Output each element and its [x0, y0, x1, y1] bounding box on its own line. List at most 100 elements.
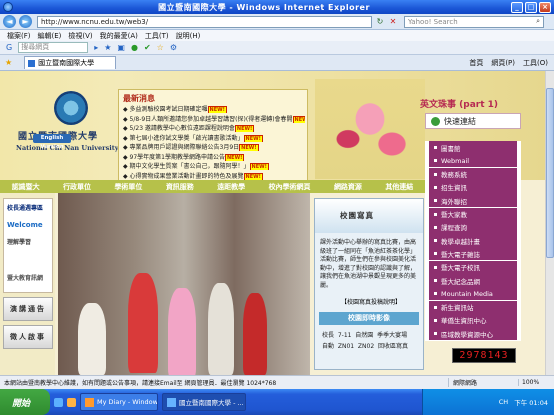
quick-link-item[interactable]: 新生資訊站	[429, 300, 517, 314]
nav-network[interactable]: 網路資源	[334, 182, 362, 192]
start-button[interactable]: 開始	[0, 389, 50, 415]
nav-distance[interactable]: 遠距教學	[217, 182, 245, 192]
quick-link-item[interactable]: 教務系統	[429, 167, 517, 181]
quick-link-item[interactable]: 暨大電子雜誌	[429, 247, 517, 261]
check-icon[interactable]: ✔	[144, 43, 151, 52]
menu-view[interactable]: 檢視(V)	[68, 31, 92, 41]
news-title: 最新消息	[123, 94, 155, 103]
quick-link-item[interactable]: Mountain Media	[429, 287, 517, 301]
news-item[interactable]: ◆ 多益測驗校園考試日期確定囉 NEW!	[123, 104, 305, 113]
news-item-text: 專業品牌用戶認證與網際聯絡公告3月9日	[129, 144, 240, 151]
menu-file[interactable]: 檔案(F)	[7, 31, 31, 41]
task-browser[interactable]: 國立暨南國際大學 - ...	[162, 393, 246, 411]
quick-link-item[interactable]: 海外聯招	[429, 194, 517, 208]
principal-column-ad[interactable]: 校長通週專區 Welcome 理解學習 暨大教育訊網	[3, 198, 53, 293]
tab-label: 國立暨南國際大學	[38, 59, 95, 67]
quick-link-item[interactable]: Webmail	[429, 154, 517, 168]
favicon-icon	[28, 59, 36, 67]
refresh-icon[interactable]: ↻	[375, 17, 385, 27]
new-badge: NEW!	[292, 115, 305, 123]
campus-submit-link[interactable]: 【校園寫真投稿說明】	[341, 297, 401, 306]
cam-link[interactable]: ZN01	[338, 343, 354, 350]
nav-campus-web[interactable]: 校內學術網頁	[269, 182, 311, 192]
page-menu-button[interactable]: 網頁(P)	[491, 58, 515, 68]
new-badge: NEW!	[243, 134, 263, 142]
lecture-notice-button[interactable]: 演講通告	[3, 297, 53, 321]
task-diary-label: My Diary - Windows I...	[97, 398, 158, 406]
menu-favorites[interactable]: 我的最愛(A)	[100, 31, 138, 41]
scrollbar-thumb[interactable]	[546, 88, 554, 258]
quick-link-item[interactable]: 區域教學資源中心	[429, 327, 517, 341]
star-icon[interactable]: ☆	[157, 43, 164, 52]
ie-quicklaunch-icon[interactable]	[54, 397, 63, 407]
news-item[interactable]: ◆ 心得實物成果營業活動計畫即的特色及展覽 NEW!	[123, 171, 305, 180]
search-icon[interactable]: ⌕	[536, 17, 540, 26]
quick-link-item[interactable]: 課程查詢	[429, 220, 517, 234]
nav-about[interactable]: 認識暨大	[12, 182, 40, 192]
news-box: 最新消息 ◆ 多益測驗校園考試日期確定囉 NEW! ◆ 5/8-9日人類所邀請您參加…	[118, 89, 308, 181]
home-button[interactable]: 首頁	[469, 58, 483, 68]
go-icon[interactable]: ▸	[94, 43, 98, 52]
quick-link-item[interactable]: 招生資訊	[429, 180, 517, 194]
live-video-button[interactable]: 校園即時影像	[319, 312, 419, 325]
pin-icon[interactable]: ●	[131, 43, 138, 52]
address-row: ◄ ► http://www.ncnu.edu.tw/web3/ ↻ ✕ Yah…	[0, 14, 554, 30]
quick-link-item[interactable]: 暨大電子校訊	[429, 260, 517, 274]
page-icon[interactable]: ▣	[117, 43, 125, 52]
maximize-button[interactable]: □	[525, 1, 537, 13]
cam-link[interactable]: 校長	[322, 332, 334, 339]
cam-link[interactable]: 季季大宴場	[377, 332, 407, 339]
forward-icon[interactable]: ►	[19, 15, 32, 28]
input-lang[interactable]: CH	[499, 398, 508, 406]
bookmark-icon[interactable]: ★	[104, 43, 111, 52]
job-notice-button[interactable]: 徵人啟事	[3, 325, 53, 349]
nav-info-service[interactable]: 資訊服務	[166, 182, 194, 192]
cam-link[interactable]: 自動	[322, 343, 334, 350]
cam-link[interactable]: ZN02	[358, 343, 374, 350]
quick-link-item[interactable]: 教學卓越計畫	[429, 234, 517, 248]
quick-links-label: 快速連結	[444, 116, 476, 126]
news-item[interactable]: ◆ 5/8-9日人類所邀請您參加卓越學習講習(探)(得者運轉)會春開NEW!	[123, 114, 305, 123]
diary-icon	[85, 397, 94, 407]
tab-ncnu[interactable]: 國立暨南國際大學	[24, 56, 117, 69]
stop-icon[interactable]: ✕	[388, 17, 398, 27]
nav-admin[interactable]: 行政單位	[63, 182, 91, 192]
zoom-level[interactable]: 100%	[518, 379, 554, 386]
back-icon[interactable]: ◄	[3, 15, 16, 28]
nav-academic[interactable]: 學術單位	[114, 182, 142, 192]
cam-link[interactable]: 自然園	[355, 332, 373, 339]
close-button[interactable]: ×	[539, 1, 551, 13]
favorites-star-icon[interactable]: ★	[5, 58, 12, 67]
address-bar[interactable]: http://www.ncnu.edu.tw/web3/	[37, 15, 372, 28]
menu-tools[interactable]: 工具(T)	[145, 31, 169, 41]
news-item[interactable]: ◆ 97學年度第1學期教學網路申請公告 NEW!	[123, 152, 305, 161]
quick-link-item[interactable]: 圖書館	[429, 141, 517, 154]
tools-menu-button[interactable]: 工具(O)	[523, 58, 548, 68]
menu-help[interactable]: 說明(H)	[176, 31, 201, 41]
toolbar-search[interactable]: 搜尋網頁	[18, 42, 89, 53]
new-badge: NEW!	[239, 144, 259, 151]
cam-link[interactable]: 回收區寫真	[378, 343, 408, 350]
new-badge: NEW!	[224, 153, 245, 161]
folder-quicklaunch-icon[interactable]	[67, 397, 76, 407]
english-version-button[interactable]: English Version	[33, 134, 71, 150]
search-placeholder: Yahoo! Search	[408, 17, 458, 26]
quick-link-item[interactable]: 暨大紀念品網	[429, 274, 517, 287]
news-item[interactable]: ◆ 期中文化學生質案「書公自己，跟隨阿學！」 NEW!	[123, 161, 305, 170]
google-icon[interactable]: G	[6, 43, 12, 52]
settings-icon[interactable]: ⚙	[170, 43, 177, 52]
news-item[interactable]: ◆ 第七屆小進你試文學獎「啟光讀書歌活動」 NEW!	[123, 133, 305, 142]
news-item[interactable]: ◆ 專業品牌用戶認證與網際聯絡公告3月9日 NEW!	[123, 142, 305, 151]
search-input[interactable]: Yahoo! Search ⌕	[404, 15, 544, 28]
quick-link-item[interactable]: 華僑生資訊中心	[429, 313, 517, 327]
system-tray: CH 下午 01:04	[422, 389, 554, 415]
task-diary[interactable]: My Diary - Windows I...	[80, 393, 158, 411]
nav-other[interactable]: 其他連結	[385, 182, 413, 192]
quick-link-item[interactable]: 暨大家教	[429, 207, 517, 221]
menu-edit[interactable]: 編輯(E)	[38, 31, 62, 41]
news-item-text: 多益測驗校園考試日期確定囉	[129, 106, 208, 113]
news-item[interactable]: ◆ 5/23 邀請教學中心數位遠距課程說明會 NEW!	[123, 123, 305, 132]
cam-link[interactable]: 7-11	[338, 332, 352, 339]
minimize-button[interactable]: _	[511, 1, 523, 13]
english-story-title[interactable]: 英文珠事 (part 1)	[420, 97, 498, 110]
